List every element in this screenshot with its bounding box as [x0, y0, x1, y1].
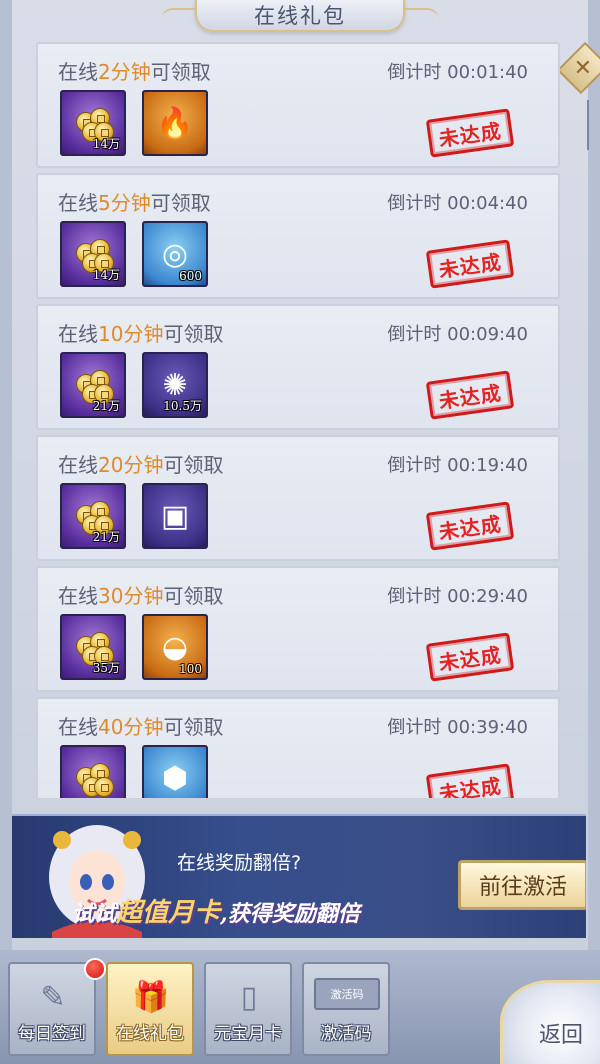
reward-item[interactable]: ✺ 10.5万: [142, 352, 208, 418]
back-label: 返回: [539, 1023, 584, 1048]
reward-row: 在线10分钟可领取 倒计时 00:09:40 21万 ✺ 10.5万 未达成: [36, 304, 560, 430]
item-quantity: 100: [179, 662, 202, 676]
tab-item[interactable]: 🎁 在线礼包: [106, 962, 194, 1056]
row-title-minutes: 10分钟: [98, 322, 164, 346]
panel-title-text: 在线礼包: [254, 4, 346, 28]
row-title: 在线40分钟可领取: [58, 711, 223, 740]
reward-item[interactable]: 🔥: [142, 90, 208, 156]
row-title-suffix: 可领取: [163, 584, 224, 608]
tab-item[interactable]: ✎ 每日签到: [8, 958, 106, 1056]
row-title-prefix: 在线: [58, 60, 98, 84]
tab-item[interactable]: ▯ 元宝月卡: [204, 962, 292, 1056]
coins-icon: [74, 763, 114, 798]
code-badge-icon: 激活码: [314, 978, 380, 1010]
row-title-minutes: 40分钟: [98, 715, 164, 739]
reward-item[interactable]: ◒ 100: [142, 614, 208, 680]
reward-item[interactable]: 21万: [60, 483, 126, 549]
row-title-minutes: 5分钟: [98, 191, 151, 215]
tab-label: 元宝月卡: [214, 1024, 282, 1044]
status-stamp: 未达成: [425, 501, 515, 551]
tab-label: 每日签到: [18, 1024, 86, 1044]
reward-row: 在线40分钟可领取 倒计时 00:39:40 ⬢ 未达成: [36, 697, 560, 798]
row-countdown: 倒计时 00:04:40: [387, 193, 528, 214]
reward-row: 在线2分钟可领取 倒计时 00:01:40 14万 🔥 未达成: [36, 42, 560, 168]
reward-item[interactable]: 14万: [60, 221, 126, 287]
reward-row: 在线20分钟可领取 倒计时 00:19:40 21万 ▣ 未达成: [36, 435, 560, 561]
status-stamp: 未达成: [425, 763, 515, 798]
status-stamp: 未达成: [425, 239, 515, 289]
reward-item[interactable]: 21万: [60, 352, 126, 418]
tab-label: 在线礼包: [116, 1024, 184, 1044]
row-title-minutes: 20分钟: [98, 453, 164, 477]
item-quantity: 35万: [92, 661, 120, 675]
row-countdown: 倒计时 00:19:40: [387, 455, 528, 476]
row-countdown: 倒计时 00:01:40: [387, 62, 528, 83]
reward-item[interactable]: [60, 745, 126, 798]
item-quantity: 600: [179, 269, 202, 283]
signin-icon: ✎: [40, 979, 66, 1015]
row-title-suffix: 可领取: [150, 191, 211, 215]
row-title: 在线30分钟可领取: [58, 580, 223, 609]
row-title-suffix: 可领取: [163, 453, 224, 477]
banner-question: 在线奖励翻倍?: [177, 852, 302, 874]
reward-item[interactable]: ◎ 600: [142, 221, 208, 287]
slogan-post: ,获得奖励翻倍: [220, 901, 360, 927]
side-divider: [587, 100, 589, 150]
tab-label: 激活码: [320, 1024, 372, 1044]
row-countdown: 倒计时 00:39:40: [387, 717, 528, 738]
slogan-pre: 试试: [72, 901, 117, 927]
row-title-suffix: 可领取: [163, 715, 224, 739]
row-title-prefix: 在线: [58, 715, 98, 739]
reward-item[interactable]: ▣: [142, 483, 208, 549]
row-title: 在线2分钟可领取: [58, 56, 211, 85]
row-title-suffix: 可领取: [163, 322, 224, 346]
item-quantity: 14万: [92, 137, 120, 151]
reward-row: 在线30分钟可领取 倒计时 00:29:40 35万 ◒ 100 未达成: [36, 566, 560, 692]
row-title: 在线10分钟可领取: [58, 318, 223, 347]
reward-item[interactable]: 14万: [60, 90, 126, 156]
row-title: 在线20分钟可领取: [58, 449, 223, 478]
activate-button[interactable]: 前往激活: [458, 860, 586, 910]
row-countdown: 倒计时 00:09:40: [387, 324, 528, 345]
card-icon: ▯: [240, 979, 258, 1015]
banner-slogan: 试试超值月卡,获得奖励翻倍: [72, 892, 360, 929]
item-quantity: 21万: [92, 530, 120, 544]
row-title: 在线5分钟可领取: [58, 187, 211, 216]
reward-list[interactable]: 在线2分钟可领取 倒计时 00:01:40 14万 🔥 未达成 在线5分钟可领取 倒…: [36, 42, 560, 798]
row-countdown: 倒计时 00:29:40: [387, 586, 528, 607]
row-title-suffix: 可领取: [150, 60, 211, 84]
row-title-minutes: 2分钟: [98, 60, 151, 84]
reward-item[interactable]: 35万: [60, 614, 126, 680]
slogan-highlight: 超值月卡: [116, 898, 221, 928]
row-title-prefix: 在线: [58, 584, 98, 608]
tab-item[interactable]: 激活码 激活码: [302, 962, 390, 1056]
row-title-minutes: 30分钟: [98, 584, 164, 608]
notification-dot: [84, 958, 106, 980]
status-stamp: 未达成: [425, 370, 515, 420]
gift-icon: 🎁: [132, 979, 170, 1015]
reward-item[interactable]: ⬢: [142, 745, 208, 798]
status-stamp: 未达成: [425, 108, 515, 158]
reward-row: 在线5分钟可领取 倒计时 00:04:40 14万 ◎ 600 未达成: [36, 173, 560, 299]
close-icon: ✕: [573, 55, 593, 81]
fire-orb-icon: 🔥: [156, 105, 194, 141]
row-title-prefix: 在线: [58, 191, 98, 215]
back-button[interactable]: 返回: [500, 980, 600, 1064]
item-quantity: 10.5万: [163, 399, 202, 413]
status-stamp: 未达成: [425, 632, 515, 682]
item-quantity: 21万: [92, 399, 120, 413]
row-title-prefix: 在线: [58, 322, 98, 346]
treasure-chest-icon: ▣: [160, 498, 190, 534]
panel-title: 在线礼包: [161, 0, 439, 32]
hex-swirl-icon: ⬢: [161, 760, 189, 796]
monthcard-banner: 在线奖励翻倍? 试试超值月卡,获得奖励翻倍 前往激活: [12, 814, 586, 938]
item-quantity: 14万: [92, 268, 120, 282]
row-title-prefix: 在线: [58, 453, 98, 477]
